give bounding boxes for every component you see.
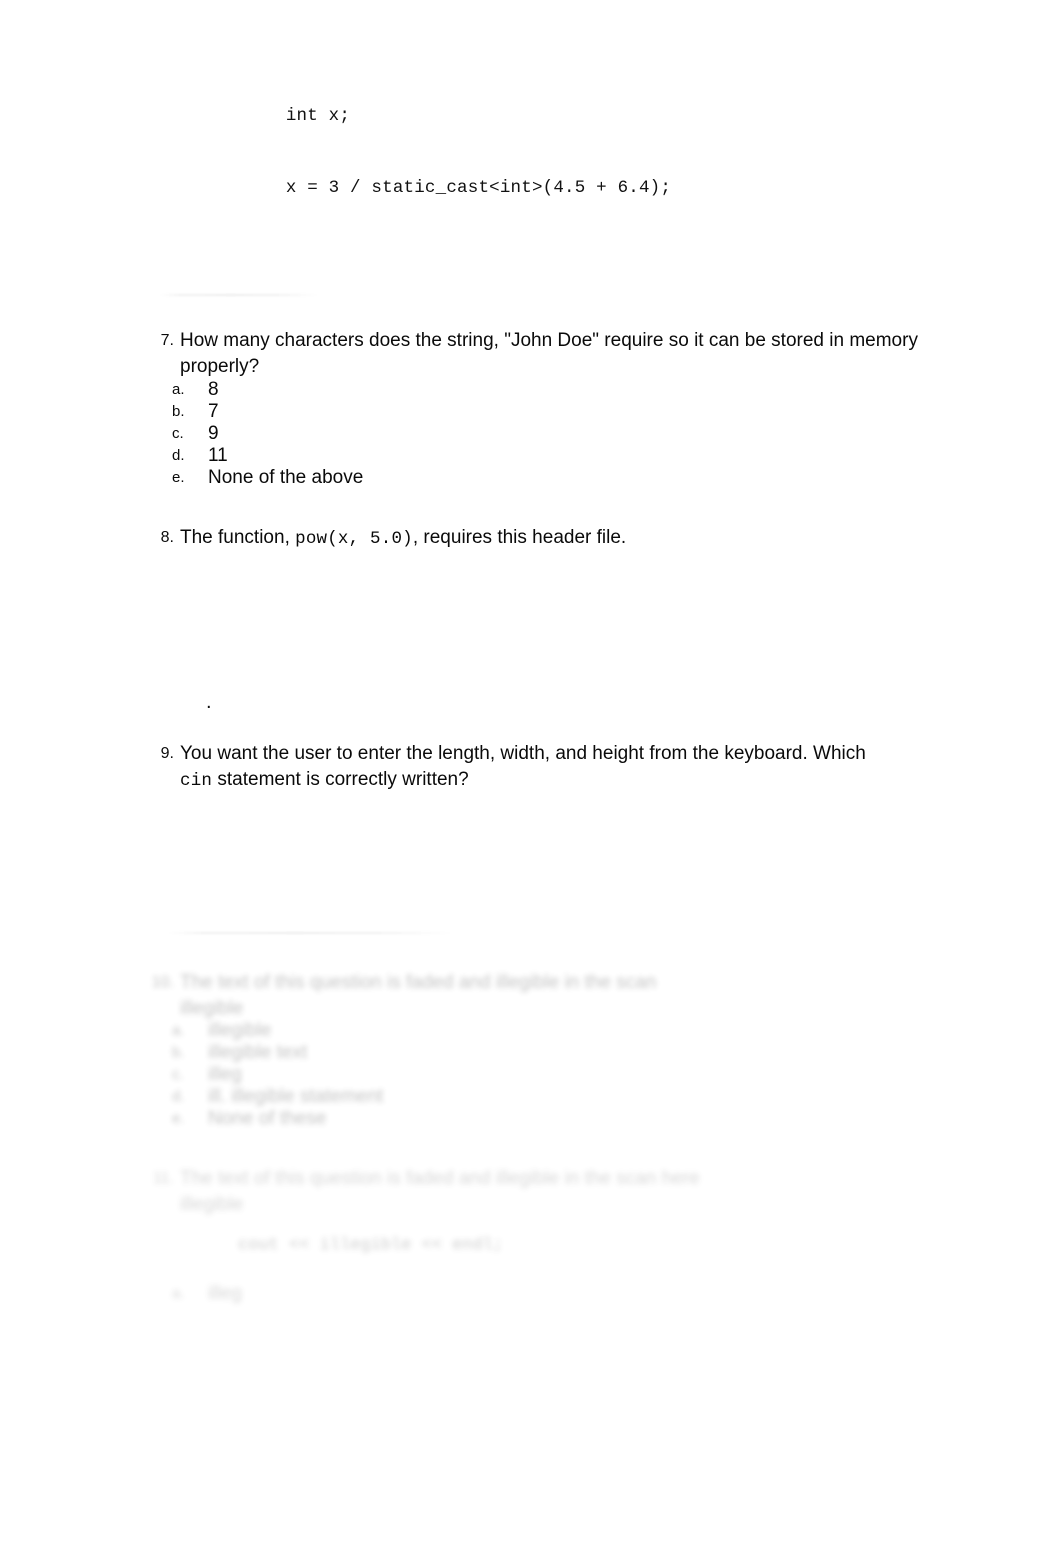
option-text: illeg	[208, 1064, 242, 1085]
code-line-1: int x;	[285, 106, 351, 126]
question-11-text-line2: illegible	[180, 1194, 244, 1215]
option-row[interactable]: e. None of the above	[0, 467, 1062, 489]
option-text: illegible	[208, 1020, 272, 1041]
question-11-code-snippet: cout << illegible << endl;	[238, 1236, 504, 1255]
option-letter: a.	[172, 1285, 185, 1302]
option-row[interactable]: d. ill. illegible statement	[0, 1086, 1062, 1108]
question-8-inline-code: pow(x, 5.0)	[295, 529, 413, 549]
option-text: illegible text	[208, 1042, 308, 1063]
question-8-text-after-code: , requires this header file.	[412, 527, 627, 548]
question-9-text-line2: cin statement is correctly written?	[180, 767, 950, 794]
option-letter: a.	[172, 381, 185, 398]
option-row[interactable]: a. illegible	[0, 1020, 1062, 1042]
question-7-text-line1: How many characters does the string, "Jo…	[180, 330, 918, 351]
question-11-options: a. illeg	[0, 1283, 1062, 1305]
question-11-text: The text of this question is faded and i…	[180, 1166, 950, 1218]
option-text: 8	[208, 379, 219, 400]
option-row[interactable]: c. 9	[0, 423, 1062, 445]
scan-artifact-line	[168, 932, 452, 934]
option-letter: c.	[172, 1066, 184, 1083]
question-11-number: 11.	[152, 1170, 174, 1187]
option-text: illeg	[208, 1283, 242, 1304]
option-row[interactable]: e. None of these	[0, 1108, 1062, 1130]
option-letter: b.	[172, 403, 185, 420]
option-row[interactable]: b. illegible text	[0, 1042, 1062, 1064]
option-text: None of the above	[208, 467, 364, 488]
question-7-options: a. 8 b. 7 c. 9 d. 11 e. None of the abov…	[0, 379, 1062, 489]
option-row[interactable]: a. illeg	[0, 1283, 1062, 1305]
option-letter: d.	[172, 447, 185, 464]
question-8-text: The function, pow(x, 5.0), requires this…	[180, 525, 950, 552]
question-7-text-line2: properly?	[180, 356, 260, 377]
option-text: 7	[208, 401, 219, 422]
question-7-number: 7.	[160, 332, 174, 349]
question-9-text-after-code: statement is correctly written?	[212, 769, 469, 790]
question-10-options: a. illegible b. illegible text c. illeg …	[0, 1020, 1062, 1130]
option-text: 9	[208, 423, 219, 444]
option-row[interactable]: c. illeg	[0, 1064, 1062, 1086]
option-letter: d.	[172, 1088, 185, 1105]
question-11-text-line1: The text of this question is faded and i…	[180, 1168, 700, 1189]
option-row[interactable]: b. 7	[0, 401, 1062, 423]
option-letter: b.	[172, 1044, 185, 1061]
option-text: 11	[208, 445, 228, 466]
option-letter: e.	[172, 1110, 185, 1127]
document-page: int x; x = 3 / static_cast<int>(4.5 + 6.…	[0, 0, 1062, 1556]
option-row[interactable]: d. 11	[0, 445, 1062, 467]
question-10-text-line2: illegible	[180, 998, 244, 1019]
code-snippet-question-6: int x; x = 3 / static_cast<int>(4.5 + 6.…	[243, 80, 671, 224]
option-row[interactable]: a. 8	[0, 379, 1062, 401]
question-9-text-line1: You want the user to enter the length, w…	[180, 743, 866, 764]
question-8-text-before-code: The function,	[180, 527, 296, 548]
option-text: ill. illegible statement	[208, 1086, 384, 1107]
option-letter: e.	[172, 469, 185, 486]
option-letter: a.	[172, 1022, 185, 1039]
question-10-number: 10.	[151, 974, 174, 991]
option-text: None of these	[208, 1108, 327, 1129]
question-9-text: You want the user to enter the length, w…	[180, 741, 950, 794]
question-9-number: 9.	[160, 745, 174, 762]
scan-artifact-line	[160, 294, 318, 296]
question-9-inline-code: cin	[180, 771, 213, 791]
option-letter: c.	[172, 425, 184, 442]
question-10-text-line1: The text of this question is faded and i…	[180, 972, 657, 993]
stray-period: .	[206, 691, 212, 713]
code-line-2: x = 3 / static_cast<int>(4.5 + 6.4);	[285, 178, 672, 198]
question-7-text: How many characters does the string, "Jo…	[180, 328, 950, 380]
question-10-text: The text of this question is faded and i…	[180, 970, 950, 1022]
question-8-number: 8.	[160, 529, 174, 546]
